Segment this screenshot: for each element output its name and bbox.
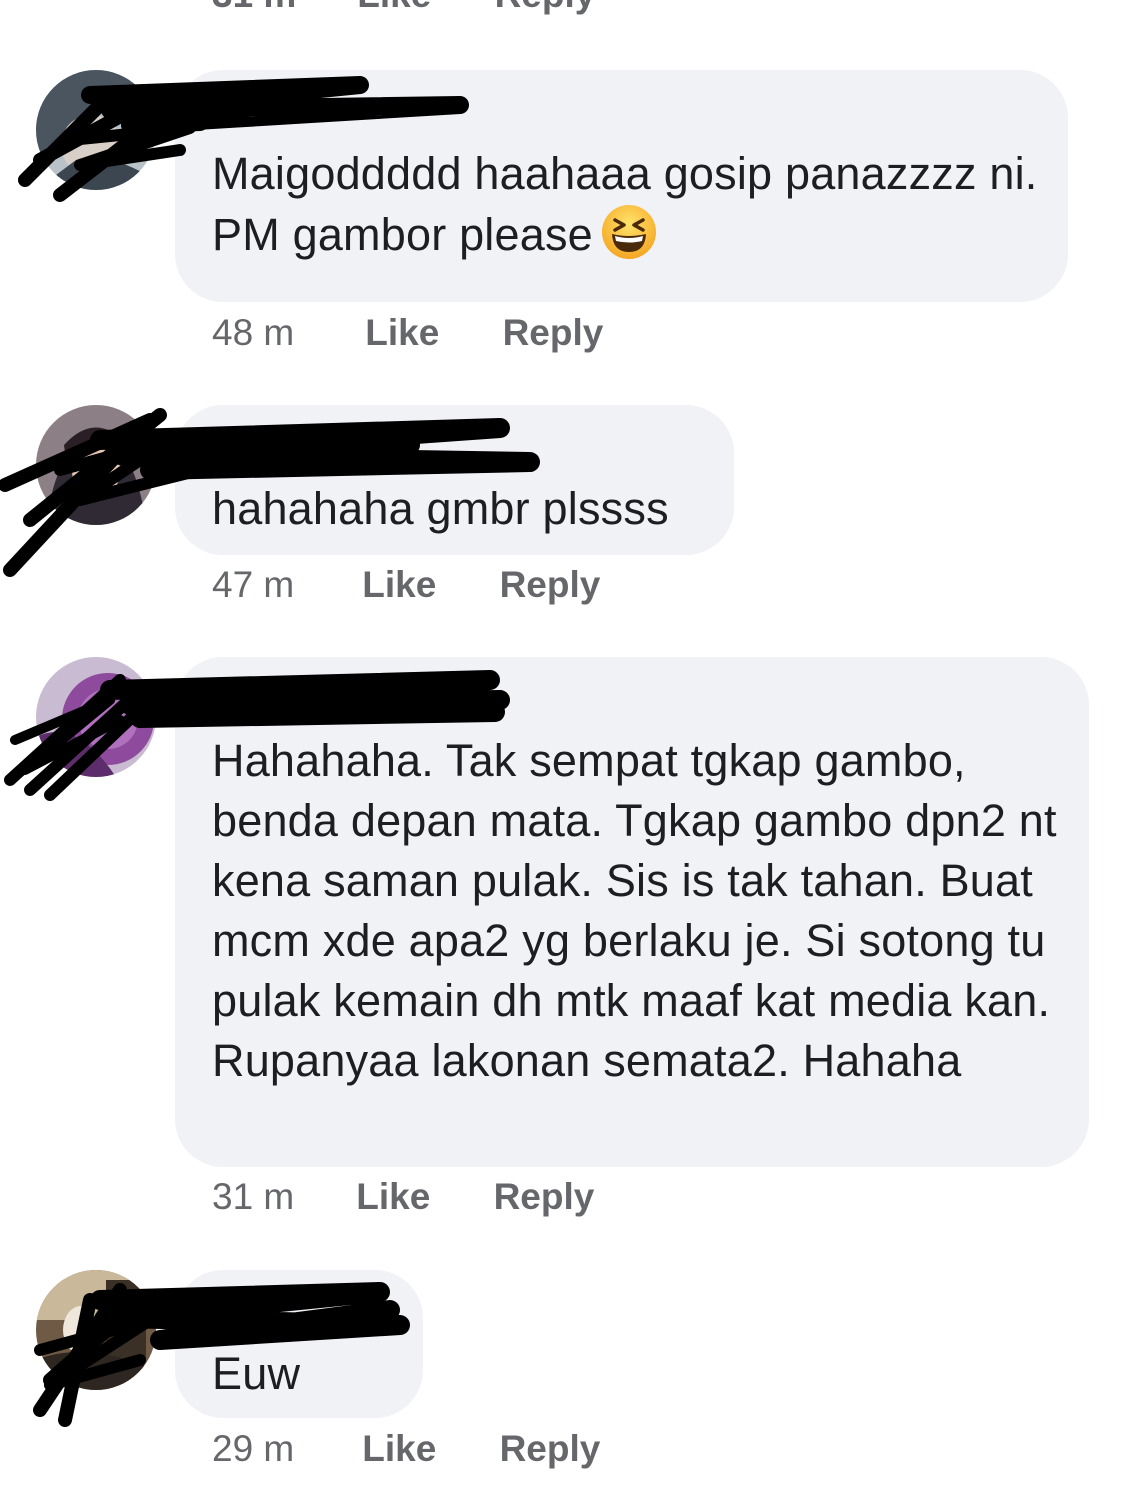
avatar-image [36, 657, 156, 777]
avatar-image [36, 1270, 156, 1390]
reply-button[interactable]: Reply [503, 312, 604, 354]
comment-time[interactable]: 29 m [212, 1428, 352, 1470]
avatar-image [36, 70, 156, 190]
avatar[interactable] [36, 405, 156, 525]
comment-time[interactable]: 31 m [212, 1176, 346, 1218]
comment-text: Hahahaha. Tak sempat tgkap gambo, benda … [212, 735, 1057, 1086]
comment-actions: 31 m Like Reply [212, 1176, 594, 1218]
comment-bubble[interactable]: hahahaha gmbr plssss [175, 405, 734, 555]
previous-comment-actions: 31 m Like Reply [212, 0, 595, 16]
like-button[interactable]: Like [365, 312, 492, 354]
avatar[interactable] [36, 657, 156, 777]
reply-button[interactable]: Reply [500, 564, 601, 606]
comment-time[interactable]: 48 m [212, 312, 355, 354]
like-button[interactable]: Like [356, 1176, 483, 1218]
comment-bubble[interactable]: Maigoddddd haahaaa gosip panazzzz ni. PM… [175, 70, 1068, 302]
reply-button[interactable]: Reply [500, 1428, 601, 1470]
like-button[interactable]: Like [357, 0, 484, 16]
avatar[interactable] [36, 70, 156, 190]
comment-time[interactable]: 47 m [212, 564, 352, 606]
comment-actions: 48 m Like Reply [212, 312, 603, 354]
reply-button[interactable]: Reply [494, 1176, 595, 1218]
comment-actions: 47 m Like Reply [212, 564, 600, 606]
comment-bubble[interactable]: Hahahaha. Tak sempat tgkap gambo, benda … [175, 657, 1089, 1167]
grinning-squinting-face-icon [601, 204, 657, 260]
like-button[interactable]: Like [362, 564, 489, 606]
comment-time: 31 m [212, 0, 347, 16]
comment-actions: 29 m Like Reply [212, 1428, 600, 1470]
reply-button[interactable]: Reply [495, 0, 596, 16]
avatar[interactable] [36, 1270, 156, 1390]
comment-text: Euw [212, 1348, 301, 1399]
avatar-image [36, 405, 156, 525]
comment-text: hahahaha gmbr plssss [212, 483, 669, 534]
like-button[interactable]: Like [362, 1428, 489, 1470]
comment-bubble[interactable]: Euw [175, 1270, 423, 1418]
comment-text: Maigoddddd haahaaa gosip panazzzz ni. PM… [212, 144, 1048, 265]
